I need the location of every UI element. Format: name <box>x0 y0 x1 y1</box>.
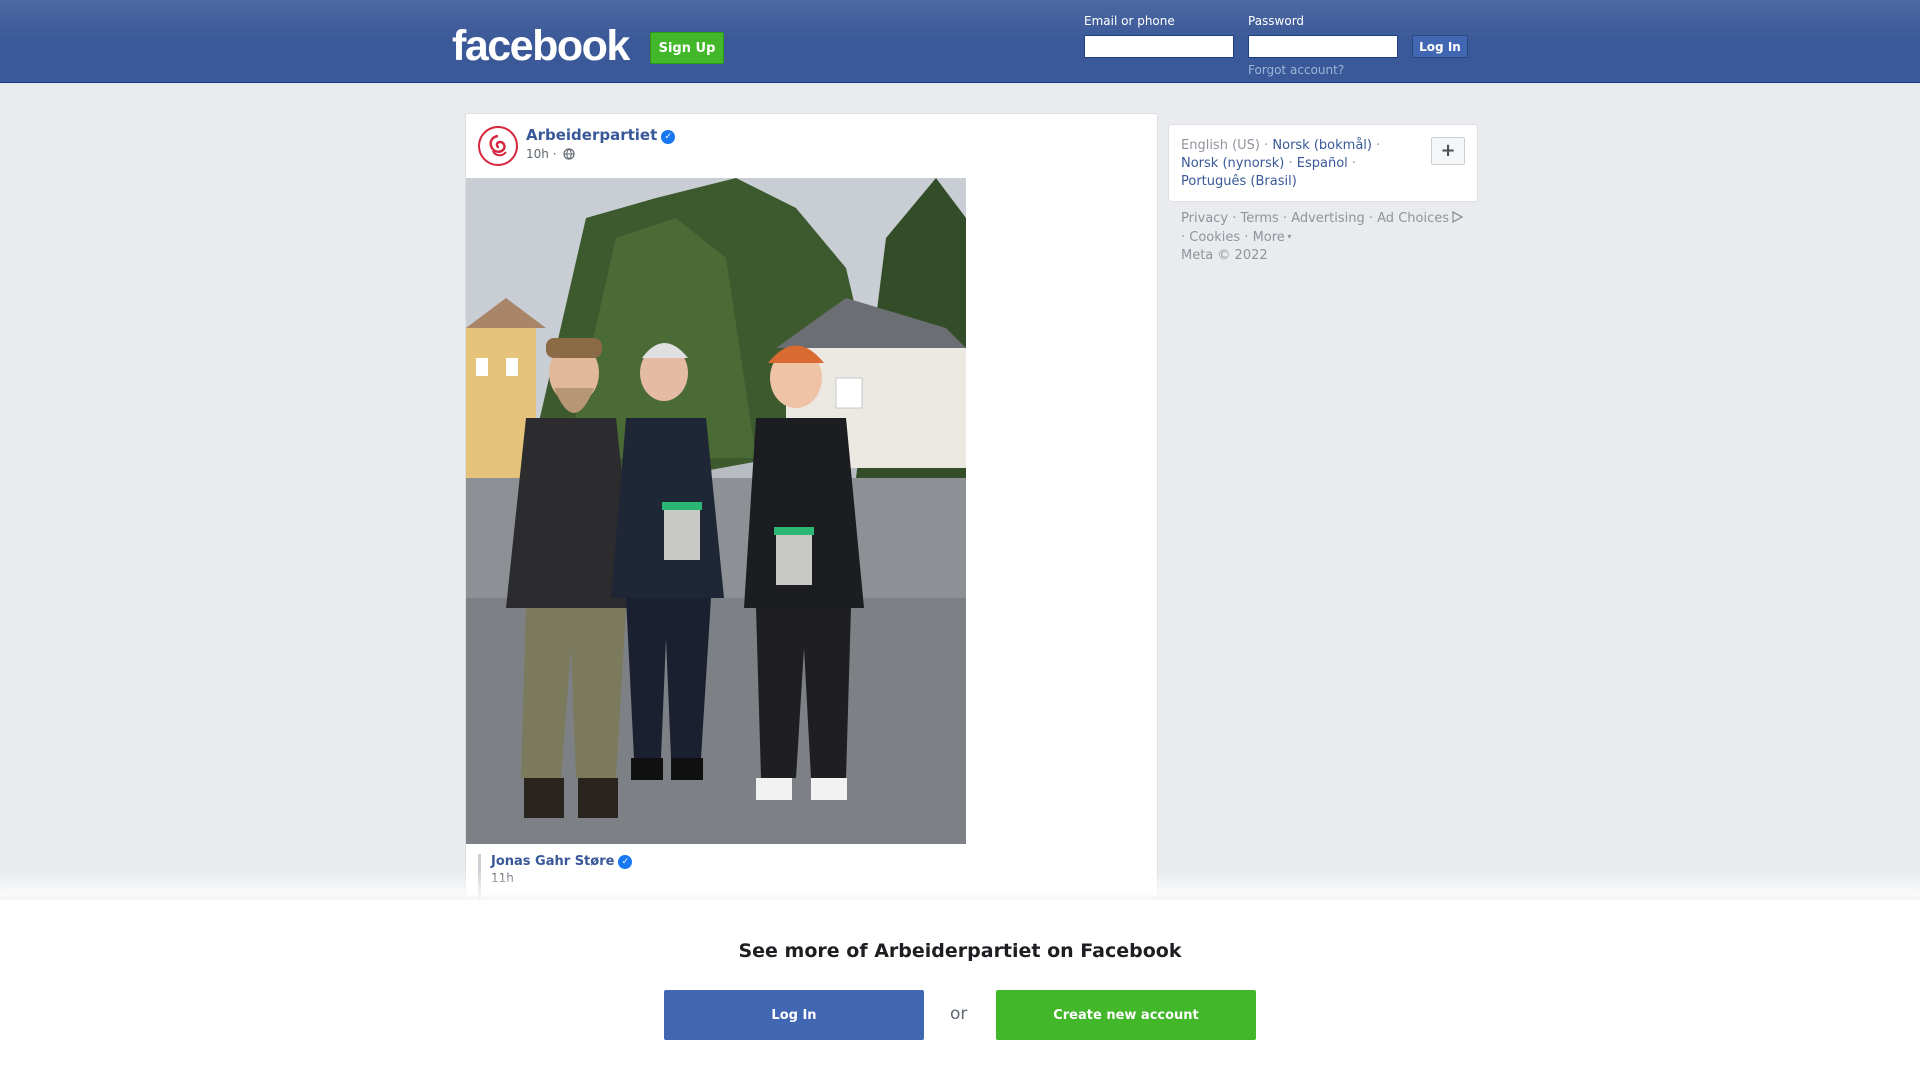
overlay-title: See more of Arbeiderpartiet on Facebook <box>738 940 1182 962</box>
shared-author-link[interactable]: Jonas Gahr Støre ✓ <box>491 854 1148 869</box>
top-navigation-bar: facebook Sign Up Email or phone Password… <box>0 0 1920 83</box>
password-input[interactable] <box>1248 35 1398 58</box>
overlay-or-text: or <box>950 1004 968 1024</box>
create-new-account-button[interactable]: Create new account <box>996 990 1256 1040</box>
post-time-text: 10h · <box>526 147 557 161</box>
photo-illustration <box>466 178 966 844</box>
sign-up-button[interactable]: Sign Up <box>650 32 724 64</box>
copyright-text: Meta © 2022 <box>1181 248 1268 263</box>
email-label: Email or phone <box>1084 14 1175 28</box>
footer-links: Privacy · Terms · Advertising · Ad Choic… <box>1181 210 1481 265</box>
login-prompt-overlay: See more of Arbeiderpartiet on Facebook … <box>0 900 1920 1080</box>
ad-choices-icon <box>1452 210 1464 224</box>
language-link-norsk-nynorsk[interactable]: Norsk (nynorsk) <box>1181 156 1284 171</box>
caret-down-icon: ▾ <box>1284 232 1292 241</box>
log-in-button[interactable]: Log In <box>1412 35 1468 58</box>
post-card: Arbeiderpartiet ✓ 10h · Jonas Gahr Støre… <box>465 113 1158 933</box>
shared-author-text: Jonas Gahr Støre <box>491 854 615 869</box>
language-link-portugues[interactable]: Português (Brasil) <box>1181 174 1297 189</box>
post-photo[interactable] <box>466 178 966 844</box>
add-language-button[interactable]: + <box>1431 137 1465 165</box>
footer-link-more[interactable]: More <box>1253 230 1285 245</box>
overlay-fade <box>0 870 1920 900</box>
page-name-text: Arbeiderpartiet <box>526 126 658 144</box>
verified-badge-icon: ✓ <box>661 130 676 144</box>
rose-logo-icon <box>485 133 511 159</box>
forgot-account-link[interactable]: Forgot account? <box>1248 63 1344 77</box>
verified-badge-icon: ✓ <box>618 855 633 869</box>
language-link-norsk-bokmal[interactable]: Norsk (bokmål) <box>1272 138 1372 153</box>
page-avatar[interactable] <box>478 126 518 166</box>
post-timestamp[interactable]: 10h · <box>526 147 575 161</box>
footer-link-ad-choices[interactable]: Ad Choices <box>1377 211 1449 226</box>
language-current: English (US) <box>1181 138 1260 153</box>
globe-icon <box>563 148 575 160</box>
footer-link-cookies[interactable]: Cookies <box>1189 230 1240 245</box>
footer-link-advertising[interactable]: Advertising <box>1291 211 1365 226</box>
overlay-log-in-button[interactable]: Log In <box>664 990 924 1040</box>
password-label: Password <box>1248 14 1305 28</box>
footer-link-terms[interactable]: Terms <box>1240 211 1278 226</box>
facebook-logo[interactable]: facebook <box>452 22 630 71</box>
language-selector-box: English (US) · Norsk (bokmål) · Norsk (n… <box>1168 124 1478 202</box>
footer-link-privacy[interactable]: Privacy <box>1181 211 1228 226</box>
page-name-link[interactable]: Arbeiderpartiet ✓ <box>526 126 676 144</box>
email-input[interactable] <box>1084 35 1234 58</box>
language-link-espanol[interactable]: Español <box>1297 156 1348 171</box>
